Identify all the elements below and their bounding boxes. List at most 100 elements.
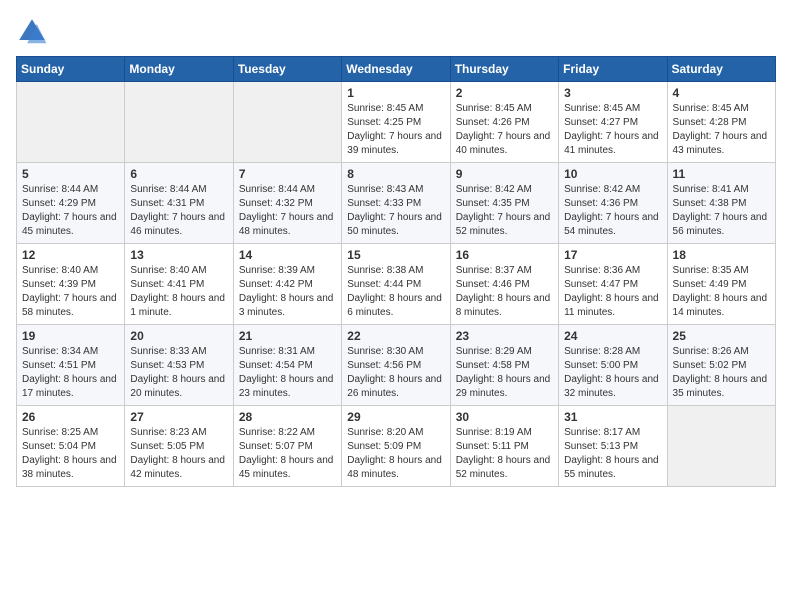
cell-info: Sunrise: 8:42 AM Sunset: 4:35 PM Dayligh… <box>456 183 553 239</box>
calendar-cell: 18 Sunrise: 8:35 AM Sunset: 4:49 PM Dayli… <box>667 244 775 325</box>
day-number: 15 <box>347 248 444 262</box>
cell-info: Sunrise: 8:25 AM Sunset: 5:04 PM Dayligh… <box>22 426 119 482</box>
calendar-cell: 16 Sunrise: 8:37 AM Sunset: 4:46 PM Dayli… <box>450 244 558 325</box>
calendar-cell: 24 Sunrise: 8:28 AM Sunset: 5:00 PM Dayli… <box>559 325 667 406</box>
header-day: Saturday <box>667 57 775 82</box>
cell-info: Sunrise: 8:45 AM Sunset: 4:25 PM Dayligh… <box>347 102 444 158</box>
calendar-cell: 30 Sunrise: 8:19 AM Sunset: 5:11 PM Dayli… <box>450 406 558 487</box>
day-number: 31 <box>564 410 661 424</box>
calendar-body: 1 Sunrise: 8:45 AM Sunset: 4:25 PM Daylig… <box>17 82 776 487</box>
calendar-cell: 4 Sunrise: 8:45 AM Sunset: 4:28 PM Daylig… <box>667 82 775 163</box>
calendar-cell: 3Sunrise: 8:45 AM Sunset: 4:27 PM Daylig… <box>559 82 667 163</box>
calendar-cell: 6 Sunrise: 8:44 AM Sunset: 4:31 PM Daylig… <box>125 163 233 244</box>
calendar-week: 1 Sunrise: 8:45 AM Sunset: 4:25 PM Daylig… <box>17 82 776 163</box>
calendar-cell: 23 Sunrise: 8:29 AM Sunset: 4:58 PM Dayli… <box>450 325 558 406</box>
calendar-header: SundayMondayTuesdayWednesdayThursdayFrid… <box>17 57 776 82</box>
day-number: 29 <box>347 410 444 424</box>
calendar-cell: 20 Sunrise: 8:33 AM Sunset: 4:53 PM Dayli… <box>125 325 233 406</box>
day-number: 2 <box>456 86 553 100</box>
cell-info: Sunrise: 8:43 AM Sunset: 4:33 PM Dayligh… <box>347 183 444 239</box>
day-number: 11 <box>673 167 770 181</box>
cell-info: Sunrise: 8:44 AM Sunset: 4:29 PM Dayligh… <box>22 183 119 239</box>
calendar-cell: 7 Sunrise: 8:44 AM Sunset: 4:32 PM Daylig… <box>233 163 341 244</box>
cell-info: Sunrise: 8:30 AM Sunset: 4:56 PM Dayligh… <box>347 345 444 401</box>
cell-info: Sunrise: 8:20 AM Sunset: 5:09 PM Dayligh… <box>347 426 444 482</box>
calendar-week: 19Sunrise: 8:34 AM Sunset: 4:51 PM Dayli… <box>17 325 776 406</box>
calendar-cell: 5 Sunrise: 8:44 AM Sunset: 4:29 PM Daylig… <box>17 163 125 244</box>
calendar-cell: 19Sunrise: 8:34 AM Sunset: 4:51 PM Dayli… <box>17 325 125 406</box>
day-number: 6 <box>130 167 227 181</box>
calendar-cell: 9 Sunrise: 8:42 AM Sunset: 4:35 PM Daylig… <box>450 163 558 244</box>
cell-info: Sunrise: 8:33 AM Sunset: 4:53 PM Dayligh… <box>130 345 227 401</box>
day-number: 7 <box>239 167 336 181</box>
day-number: 17 <box>564 248 661 262</box>
day-number: 27 <box>130 410 227 424</box>
cell-info: Sunrise: 8:35 AM Sunset: 4:49 PM Dayligh… <box>673 264 770 320</box>
calendar-cell: 12 Sunrise: 8:40 AM Sunset: 4:39 PM Dayli… <box>17 244 125 325</box>
day-number: 18 <box>673 248 770 262</box>
calendar-cell: 8Sunrise: 8:43 AM Sunset: 4:33 PM Daylig… <box>342 163 450 244</box>
day-number: 13 <box>130 248 227 262</box>
day-number: 21 <box>239 329 336 343</box>
cell-info: Sunrise: 8:19 AM Sunset: 5:11 PM Dayligh… <box>456 426 553 482</box>
day-number: 9 <box>456 167 553 181</box>
calendar-cell: 26 Sunrise: 8:25 AM Sunset: 5:04 PM Dayli… <box>17 406 125 487</box>
calendar-cell: 28 Sunrise: 8:22 AM Sunset: 5:07 PM Dayli… <box>233 406 341 487</box>
day-number: 16 <box>456 248 553 262</box>
header-row: SundayMondayTuesdayWednesdayThursdayFrid… <box>17 57 776 82</box>
day-number: 24 <box>564 329 661 343</box>
cell-info: Sunrise: 8:26 AM Sunset: 5:02 PM Dayligh… <box>673 345 770 401</box>
cell-info: Sunrise: 8:29 AM Sunset: 4:58 PM Dayligh… <box>456 345 553 401</box>
day-number: 1 <box>347 86 444 100</box>
calendar-cell: 13Sunrise: 8:40 AM Sunset: 4:41 PM Dayli… <box>125 244 233 325</box>
cell-info: Sunrise: 8:36 AM Sunset: 4:47 PM Dayligh… <box>564 264 661 320</box>
cell-info: Sunrise: 8:45 AM Sunset: 4:28 PM Dayligh… <box>673 102 770 158</box>
day-number: 23 <box>456 329 553 343</box>
header-day: Wednesday <box>342 57 450 82</box>
day-number: 28 <box>239 410 336 424</box>
header-day: Friday <box>559 57 667 82</box>
day-number: 3 <box>564 86 661 100</box>
cell-info: Sunrise: 8:37 AM Sunset: 4:46 PM Dayligh… <box>456 264 553 320</box>
calendar-cell: 10Sunrise: 8:42 AM Sunset: 4:36 PM Dayli… <box>559 163 667 244</box>
header-day: Sunday <box>17 57 125 82</box>
cell-info: Sunrise: 8:39 AM Sunset: 4:42 PM Dayligh… <box>239 264 336 320</box>
calendar-cell: 29 Sunrise: 8:20 AM Sunset: 5:09 PM Dayli… <box>342 406 450 487</box>
page-header <box>16 16 776 48</box>
day-number: 5 <box>22 167 119 181</box>
header-day: Monday <box>125 57 233 82</box>
calendar-cell: 17 Sunrise: 8:36 AM Sunset: 4:47 PM Dayli… <box>559 244 667 325</box>
cell-info: Sunrise: 8:40 AM Sunset: 4:39 PM Dayligh… <box>22 264 119 320</box>
cell-info: Sunrise: 8:44 AM Sunset: 4:31 PM Dayligh… <box>130 183 227 239</box>
calendar-cell: 2Sunrise: 8:45 AM Sunset: 4:26 PM Daylig… <box>450 82 558 163</box>
cell-info: Sunrise: 8:22 AM Sunset: 5:07 PM Dayligh… <box>239 426 336 482</box>
cell-info: Sunrise: 8:41 AM Sunset: 4:38 PM Dayligh… <box>673 183 770 239</box>
calendar-cell: 31 Sunrise: 8:17 AM Sunset: 5:13 PM Dayli… <box>559 406 667 487</box>
day-number: 10 <box>564 167 661 181</box>
calendar-cell: 22 Sunrise: 8:30 AM Sunset: 4:56 PM Dayli… <box>342 325 450 406</box>
calendar-week: 26 Sunrise: 8:25 AM Sunset: 5:04 PM Dayli… <box>17 406 776 487</box>
cell-info: Sunrise: 8:38 AM Sunset: 4:44 PM Dayligh… <box>347 264 444 320</box>
calendar-cell <box>125 82 233 163</box>
cell-info: Sunrise: 8:44 AM Sunset: 4:32 PM Dayligh… <box>239 183 336 239</box>
calendar-cell: 15 Sunrise: 8:38 AM Sunset: 4:44 PM Dayli… <box>342 244 450 325</box>
day-number: 25 <box>673 329 770 343</box>
calendar-cell: 25 Sunrise: 8:26 AM Sunset: 5:02 PM Dayli… <box>667 325 775 406</box>
calendar-cell: 11 Sunrise: 8:41 AM Sunset: 4:38 PM Dayli… <box>667 163 775 244</box>
day-number: 4 <box>673 86 770 100</box>
calendar-cell: 27 Sunrise: 8:23 AM Sunset: 5:05 PM Dayli… <box>125 406 233 487</box>
day-number: 12 <box>22 248 119 262</box>
cell-info: Sunrise: 8:31 AM Sunset: 4:54 PM Dayligh… <box>239 345 336 401</box>
day-number: 20 <box>130 329 227 343</box>
calendar-table: SundayMondayTuesdayWednesdayThursdayFrid… <box>16 56 776 487</box>
header-day: Tuesday <box>233 57 341 82</box>
calendar-cell <box>233 82 341 163</box>
cell-info: Sunrise: 8:28 AM Sunset: 5:00 PM Dayligh… <box>564 345 661 401</box>
day-number: 22 <box>347 329 444 343</box>
logo <box>16 16 52 48</box>
day-number: 30 <box>456 410 553 424</box>
cell-info: Sunrise: 8:17 AM Sunset: 5:13 PM Dayligh… <box>564 426 661 482</box>
cell-info: Sunrise: 8:23 AM Sunset: 5:05 PM Dayligh… <box>130 426 227 482</box>
day-number: 26 <box>22 410 119 424</box>
day-number: 19 <box>22 329 119 343</box>
